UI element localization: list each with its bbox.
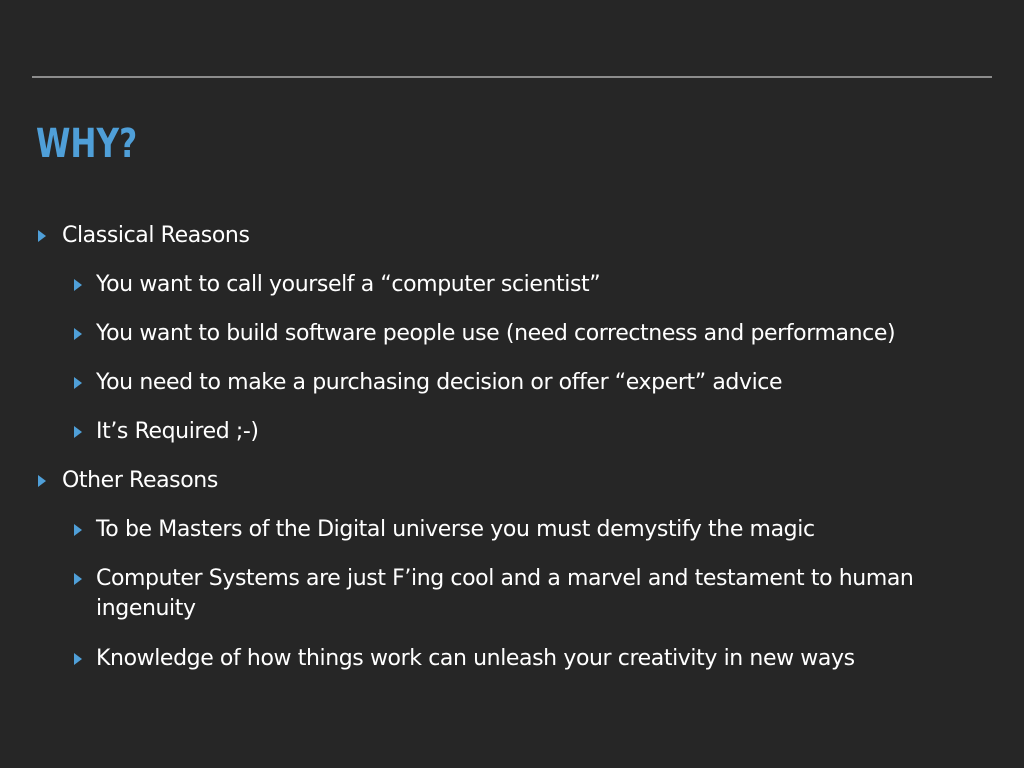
triangle-right-icon [74,279,82,291]
sub-bullet-item: To be Masters of the Digital universe yo… [74,515,974,545]
slide: WHY? Classical Reasons You want to call … [0,0,1024,768]
sub-bullet-text: Computer Systems are just F’ing cool and… [96,566,914,621]
triangle-right-icon [74,426,82,438]
sub-bullet-item: Knowledge of how things work can unleash… [74,644,974,674]
triangle-right-icon [74,573,82,585]
sub-bullet-item: You want to call yourself a “computer sc… [74,270,974,300]
triangle-right-icon [74,377,82,389]
bullet-text: Other Reasons [62,468,218,493]
triangle-right-icon [38,230,46,242]
sub-bullet-text: You need to make a purchasing decision o… [96,370,783,395]
sub-bullet-item: Computer Systems are just F’ing cool and… [74,564,974,624]
sub-bullet-text: You want to build software people use (n… [96,321,896,346]
triangle-right-icon [38,475,46,487]
triangle-right-icon [74,328,82,340]
bullet-text: Classical Reasons [62,223,250,248]
bullet-item-other-reasons: Other Reasons [38,466,988,496]
slide-title: WHY? [36,121,138,167]
sub-bullet-text: You want to call yourself a “computer sc… [96,272,601,297]
sub-bullet-item: You need to make a purchasing decision o… [74,368,974,398]
sub-bullet-text: Knowledge of how things work can unleash… [96,646,855,671]
bullet-item-classical-reasons: Classical Reasons [38,221,988,251]
sub-bullet-item: It’s Required ;-) [74,417,974,447]
triangle-right-icon [74,524,82,536]
sub-bullet-text: It’s Required ;-) [96,419,259,444]
sub-bullet-text: To be Masters of the Digital universe yo… [96,517,815,542]
header-divider [32,76,992,78]
triangle-right-icon [74,653,82,665]
sub-bullet-item: You want to build software people use (n… [74,319,974,349]
